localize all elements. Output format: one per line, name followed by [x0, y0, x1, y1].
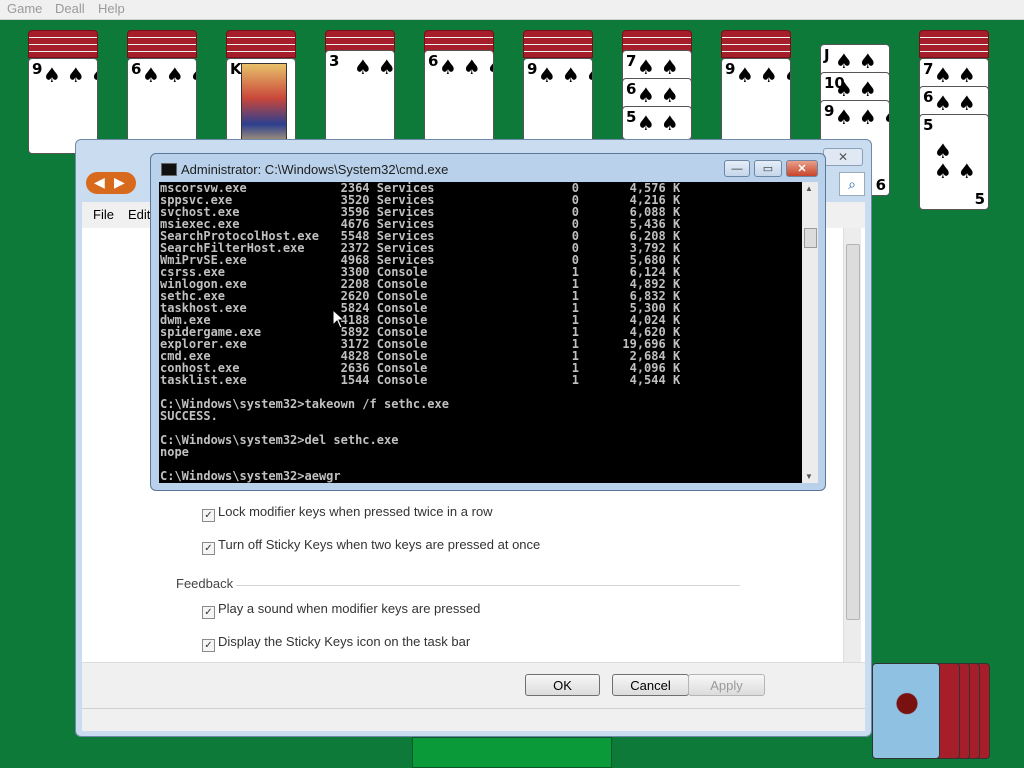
card-back — [919, 30, 989, 58]
spade-icon: ♠♠ — [835, 77, 883, 101]
close-button[interactable]: ✕ — [786, 160, 818, 177]
status-bar — [82, 708, 865, 731]
cancel-button[interactable]: Cancel — [612, 674, 689, 696]
spade-icon: ♠♠ — [835, 49, 883, 73]
checkbox-box: ✓ — [202, 639, 215, 652]
spade-icon: ♠♠ — [637, 111, 685, 135]
card-back — [872, 663, 940, 759]
checkbox-box: ✓ — [202, 606, 215, 619]
spade-icon: ♠♠♠♠♠♠ — [142, 63, 196, 87]
checkbox-label: Turn off Sticky Keys when two keys are p… — [218, 537, 541, 552]
card-back — [28, 30, 98, 58]
checkbox-label: Play a sound when modifier keys are pres… — [218, 601, 481, 616]
card-rank: 6 — [923, 88, 934, 106]
card-rank: J — [824, 46, 830, 64]
stock-pile[interactable] — [872, 663, 990, 759]
card-rank: 9 — [725, 60, 736, 78]
dialog-scrollbar[interactable] — [843, 228, 861, 662]
spade-icon: ♠♠♠♠♠♠♠♠♠ — [736, 63, 790, 87]
king-face-image — [241, 63, 287, 151]
card-rank: 9 — [824, 102, 835, 120]
lock-modifier-keys-checkbox[interactable]: ✓ Lock modifier keys when pressed twice i… — [202, 504, 493, 522]
play-sound-checkbox[interactable]: ✓ Play a sound when modifier keys are pre… — [202, 601, 480, 619]
minimize-button[interactable]: — — [724, 160, 750, 177]
mouse-cursor-icon — [332, 309, 346, 329]
search-icon[interactable]: ⌕ — [839, 172, 865, 196]
menu-file[interactable]: File — [93, 207, 114, 222]
card[interactable]: 3 ♠♠♠ — [325, 50, 395, 146]
console-output[interactable]: mscorsvw.exe 2364 Services 0 4,576 K spp… — [159, 182, 802, 483]
card-rank: 7 — [626, 52, 637, 70]
spade-icon: ♠♠ — [637, 83, 685, 107]
card-rank: 9 — [32, 60, 43, 78]
ok-button[interactable]: OK — [525, 674, 600, 696]
dialog-footer: OK Cancel Apply — [82, 662, 865, 709]
card[interactable]: 5 ♠♠ — [622, 106, 692, 140]
back-arrow-icon[interactable]: ◀ — [94, 174, 105, 191]
foundation-slot — [412, 737, 612, 768]
feedback-heading: Feedback — [176, 576, 234, 591]
spade-icon: ♠♠♠♠♠♠♠♠♠ — [538, 63, 592, 87]
scrollbar-thumb[interactable] — [846, 244, 860, 620]
card-rank: 6 — [428, 52, 439, 70]
checkbox-label: Lock modifier keys when pressed twice in… — [218, 504, 493, 519]
card-back — [127, 30, 197, 58]
card[interactable]: 6 ♠♠♠♠♠♠ — [424, 50, 494, 146]
card-back — [226, 30, 296, 58]
turn-off-sticky-keys-checkbox[interactable]: ✓ Turn off Sticky Keys when two keys are … — [202, 537, 540, 555]
spade-icon: ♠♠ — [934, 63, 982, 87]
scroll-down-icon[interactable]: ▼ — [805, 472, 813, 481]
spade-icon: ♠♠♠♠♠♠ — [835, 105, 889, 129]
spade-icon: ♠♠♠♠♠♠ — [439, 55, 493, 79]
spade-icon: ♠♠ — [934, 91, 982, 115]
spade-icon: ♠♠ — [637, 55, 685, 79]
card-back — [523, 30, 593, 58]
cmd-window[interactable]: Administrator: C:\Windows\System32\cmd.e… — [150, 153, 826, 491]
card-back — [721, 30, 791, 58]
menu-edit[interactable]: Edit — [128, 207, 150, 222]
scroll-up-icon[interactable]: ▲ — [805, 184, 813, 193]
card[interactable]: 5 ♠ ♠♠ 5 — [919, 114, 989, 210]
card-rank: K — [230, 60, 242, 78]
forward-arrow-icon[interactable]: ▶ — [114, 174, 125, 191]
card-rank: 5 — [923, 116, 934, 134]
spade-icon: ♠♠♠ — [354, 55, 394, 79]
menu-game[interactable]: Game — [7, 1, 42, 16]
console-icon — [161, 163, 177, 176]
menu-help[interactable]: Help — [98, 1, 125, 16]
game-menu-bar: Game Deall Help — [0, 0, 1024, 20]
spade-icon: ♠♠♠♠♠♠♠♠♠ — [43, 63, 97, 87]
spade-icon: ♠ ♠♠ — [934, 139, 982, 183]
scrollbar-thumb[interactable] — [804, 228, 817, 248]
card-rank: 5 — [626, 108, 637, 126]
card-rank: 6 — [626, 80, 637, 98]
checkbox-box: ✓ — [202, 542, 215, 555]
display-icon-checkbox[interactable]: ✓ Display the Sticky Keys icon on the tas… — [202, 634, 470, 652]
card-rank: 6 — [131, 60, 142, 78]
console-scrollbar[interactable]: ▲ ▼ — [802, 182, 818, 483]
maximize-button[interactable]: ▭ — [754, 160, 782, 177]
window-title: Administrator: C:\Windows\System32\cmd.e… — [181, 162, 449, 177]
card-rank-corner: 5 — [974, 190, 985, 208]
menu-deal[interactable]: Deall — [55, 1, 85, 16]
card-rank: 9 — [527, 60, 538, 78]
close-icon[interactable]: ✕ — [823, 148, 863, 166]
console-text: mscorsvw.exe 2364 Services 0 4,576 K spp… — [160, 182, 681, 483]
group-divider — [236, 585, 740, 586]
spider-icon — [889, 686, 925, 730]
card-rank: 7 — [923, 60, 934, 78]
card-rank-corner: 6 — [875, 176, 886, 194]
checkbox-label: Display the Sticky Keys icon on the task… — [218, 634, 471, 649]
nav-buttons: ◀ ▶ — [86, 172, 136, 194]
apply-button[interactable]: Apply — [688, 674, 765, 696]
card-rank: 3 — [329, 52, 340, 70]
checkbox-box: ✓ — [202, 509, 215, 522]
